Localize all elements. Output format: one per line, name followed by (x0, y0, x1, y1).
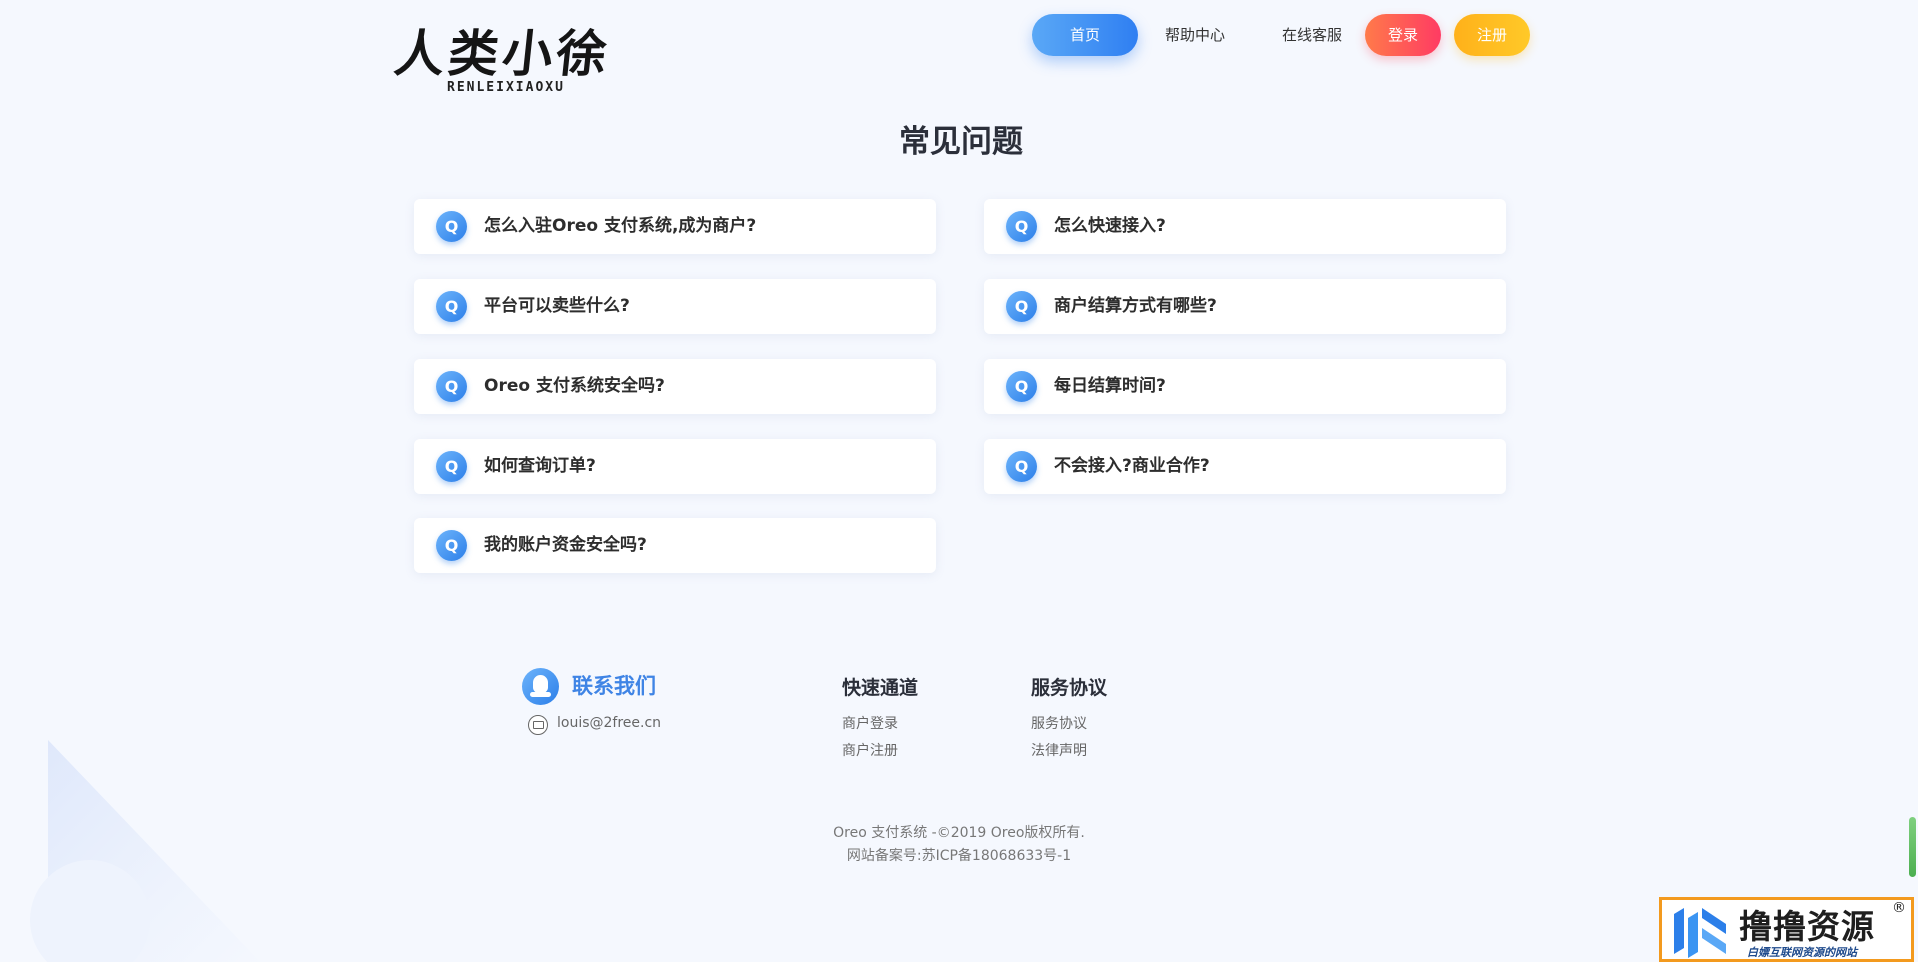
contact-title: 联系我们 (572, 674, 656, 698)
question-icon: Q (1006, 291, 1037, 322)
faq-question: Oreo 支付系统安全吗? (484, 376, 665, 396)
icp-record-text[interactable]: 网站备案号:苏ICP备18068633号-1 (0, 845, 1918, 865)
watermark-title: 撸撸资源 (1739, 907, 1875, 946)
faq-item[interactable]: Q 如何查询订单? (414, 439, 936, 494)
merchant-login-link[interactable]: 商户登录 (842, 713, 898, 733)
merchant-register-link[interactable]: 商户注册 (842, 740, 898, 760)
site-header: 人类小徐 RENLEIXIAOXU 首页 帮助中心 在线客服 登录 注册 (0, 0, 1918, 100)
logo-subtitle: RENLEIXIAOXU (447, 80, 565, 95)
faq-question: 平台可以卖些什么? (484, 296, 630, 316)
nav-help-center-link[interactable]: 帮助中心 (1151, 14, 1239, 56)
question-icon: Q (1006, 211, 1037, 242)
faq-item[interactable]: Q 怎么入驻Oreo 支付系统,成为商户? (414, 199, 936, 254)
contact-email[interactable]: louis@2free.cn (557, 715, 661, 731)
site-logo[interactable]: 人类小徐 RENLEIXIAOXU (392, 14, 640, 100)
faq-item[interactable]: Q 我的账户资金安全吗? (414, 518, 936, 573)
watermark-logo-icon (1674, 908, 1726, 958)
quick-links-title: 快速通道 (842, 677, 919, 699)
nav-online-service-link[interactable]: 在线客服 (1268, 14, 1356, 56)
faq-item[interactable]: Q 商户结算方式有哪些? (984, 279, 1506, 334)
faq-item[interactable]: Q 每日结算时间? (984, 359, 1506, 414)
faq-item[interactable]: Q 怎么快速接入? (984, 199, 1506, 254)
question-icon: Q (436, 530, 467, 561)
registered-mark: ® (1892, 900, 1906, 916)
page-title-text: 常见问题 (899, 124, 1023, 160)
faq-item[interactable]: Q 不会接入?商业合作? (984, 439, 1506, 494)
qq-icon[interactable] (522, 668, 559, 705)
service-agreement-title: 服务协议 (1031, 677, 1108, 699)
login-button[interactable]: 登录 (1365, 14, 1441, 56)
scrollbar-thumb[interactable] (1909, 817, 1916, 877)
watermark-subtitle: 白嫖互联网资源的网站 (1747, 946, 1857, 959)
faq-question: 如何查询订单? (484, 456, 596, 476)
watermark-badge[interactable]: 撸撸资源 ® 白嫖互联网资源的网站 (1659, 897, 1914, 962)
copyright-text: Oreo 支付系统 -©2019 Oreo版权所有. (833, 825, 1085, 841)
faq-question: 我的账户资金安全吗? (484, 535, 647, 555)
faq-item[interactable]: Q 平台可以卖些什么? (414, 279, 936, 334)
question-icon: Q (436, 371, 467, 402)
mail-icon (528, 715, 548, 735)
faq-question: 怎么快速接入? (1054, 216, 1166, 236)
logo-title: 人类小徐 (391, 24, 614, 83)
service-agreement-link[interactable]: 服务协议 (1031, 713, 1087, 733)
question-icon: Q (1006, 371, 1037, 402)
faq-question: 不会接入?商业合作? (1054, 456, 1210, 476)
question-icon: Q (436, 451, 467, 482)
question-icon: Q (436, 211, 467, 242)
register-button[interactable]: 注册 (1454, 14, 1530, 56)
faq-question: 怎么入驻Oreo 支付系统,成为商户? (484, 216, 757, 236)
question-icon: Q (436, 291, 467, 322)
question-icon: Q (1006, 451, 1037, 482)
legal-notice-link[interactable]: 法律声明 (1031, 740, 1087, 760)
page-title: 常见问题 (2, 116, 1918, 161)
faq-item[interactable]: Q Oreo 支付系统安全吗? (414, 359, 936, 414)
nav-home-button[interactable]: 首页 (1032, 14, 1138, 56)
faq-question: 商户结算方式有哪些? (1054, 296, 1217, 316)
faq-question: 每日结算时间? (1054, 376, 1166, 396)
